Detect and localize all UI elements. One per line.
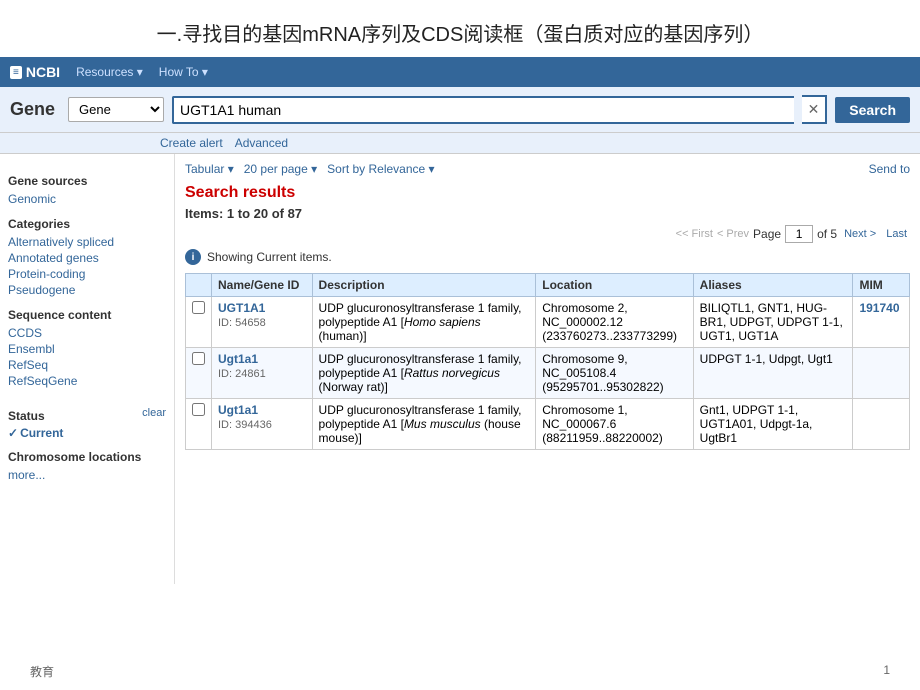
sidebar: Gene sources Genomic Categories Alternat… — [0, 154, 175, 584]
footer-left: 教育 — [30, 663, 54, 680]
gene-location: Chromosome 9, NC_005108.4 (95295701..953… — [536, 348, 693, 399]
create-alert-link[interactable]: Create alert — [160, 136, 223, 150]
sidebar-ensembl[interactable]: Ensembl — [8, 341, 166, 357]
species-name: Rattus norvegicus — [404, 366, 500, 380]
last-page-button[interactable]: Last — [883, 227, 910, 241]
page-footer: 教育 1 — [0, 663, 920, 680]
gene-mim — [853, 348, 910, 399]
row-checkbox[interactable] — [192, 352, 205, 365]
info-icon: i — [185, 249, 201, 265]
table-row: Ugt1a1 ID: 394436 UDP glucuronosyltransfer… — [186, 399, 910, 450]
search-links: Create alert Advanced — [0, 133, 920, 154]
species-name: Homo sapiens — [404, 315, 481, 329]
page-of-label: of 5 — [817, 227, 837, 241]
gene-aliases: BILIQTL1, GNT1, HUG-BR1, UDPGT, UDPGT 1-… — [693, 297, 853, 348]
sidebar-refseqgene[interactable]: RefSeqGene — [8, 373, 166, 389]
gene-description: UDP glucuronosyltransferase 1 family, po… — [312, 348, 536, 399]
gene-id: ID: 394436 — [218, 419, 272, 431]
sidebar-ccds[interactable]: CCDS — [8, 325, 166, 341]
current-label: Current — [20, 426, 63, 440]
status-clear-link[interactable]: clear — [142, 407, 166, 419]
col-aliases: Aliases — [693, 274, 853, 297]
gene-description: UDP glucuronosyltransferase 1 family, po… — [312, 399, 536, 450]
gene-name-link[interactable]: Ugt1a1 — [218, 352, 258, 366]
chr-locations-title: Chromosome locations — [8, 450, 166, 464]
howto-nav[interactable]: How To ▾ — [159, 65, 208, 79]
seq-content-title: Sequence content — [8, 308, 166, 322]
search-bar-area: Gene Gene PubMed Protein Nucleotide ✕ Se… — [0, 87, 920, 133]
sidebar-alt-spliced[interactable]: Alternatively spliced — [8, 234, 166, 250]
first-page-disabled: << First — [676, 228, 713, 240]
page-title: 一.寻找目的基因mRNA序列及CDS阅读框（蛋白质对应的基因序列） — [0, 0, 920, 57]
sidebar-genomic-link[interactable]: Genomic — [8, 191, 166, 207]
results-heading: Search results — [185, 184, 910, 202]
search-button[interactable]: Search — [835, 97, 910, 123]
checkmark-icon: ✓ — [8, 426, 18, 440]
next-page-button[interactable]: Next > — [841, 227, 879, 241]
send-to-button[interactable]: Send to — [869, 162, 910, 176]
gene-mim — [853, 399, 910, 450]
species-name: Mus musculus — [404, 417, 481, 431]
prev-page-disabled: < Prev — [717, 228, 749, 240]
ncbi-logo: ≡ NCBI — [10, 64, 60, 80]
db-label: Gene — [10, 99, 60, 120]
gene-name-link[interactable]: Ugt1a1 — [218, 403, 258, 417]
row-checkbox[interactable] — [192, 403, 205, 416]
gene-aliases: Gnt1, UDPGT 1-1, UGT1A01, Udpgt-1a, UgtB… — [693, 399, 853, 450]
col-name-geneid: Name/Gene ID — [212, 274, 313, 297]
page-number-input[interactable] — [785, 225, 813, 243]
gene-description: UDP glucuronosyltransferase 1 family, po… — [312, 297, 536, 348]
gene-id: ID: 54658 — [218, 317, 266, 329]
col-location: Location — [536, 274, 693, 297]
gene-sources-title: Gene sources — [8, 174, 166, 188]
resources-nav[interactable]: Resources ▾ — [76, 65, 143, 79]
categories-title: Categories — [8, 217, 166, 231]
gene-mim: 191740 — [853, 297, 910, 348]
gene-location: Chromosome 2, NC_000002.12 (233760273..2… — [536, 297, 693, 348]
results-count: Items: 1 to 20 of 87 — [185, 206, 910, 221]
status-title: Status — [8, 409, 45, 423]
page-label: Page — [753, 227, 781, 241]
sidebar-pseudogene[interactable]: Pseudogene — [8, 282, 166, 298]
toolbar-row: Tabular ▾ 20 per page ▾ Sort by Relevanc… — [185, 162, 910, 176]
current-notice-text: Showing Current items. — [207, 250, 332, 264]
ncbi-logo-text: NCBI — [26, 64, 60, 80]
per-page-button[interactable]: 20 per page ▾ — [244, 162, 317, 176]
col-description: Description — [312, 274, 536, 297]
sidebar-protein-coding[interactable]: Protein-coding — [8, 266, 166, 282]
sidebar-current[interactable]: ✓ Current — [8, 426, 166, 440]
gene-id: ID: 24861 — [218, 368, 266, 380]
gene-location: Chromosome 1, NC_000067.6 (88211959..882… — [536, 399, 693, 450]
sidebar-annotated-genes[interactable]: Annotated genes — [8, 250, 166, 266]
gene-name-link[interactable]: UGT1A1 — [218, 301, 265, 315]
ncbi-header: ≡ NCBI Resources ▾ How To ▾ — [0, 57, 920, 87]
sidebar-more-link[interactable]: more... — [8, 467, 166, 483]
col-mim: MIM — [853, 274, 910, 297]
gene-aliases: UDPGT 1-1, Udpgt, Ugt1 — [693, 348, 853, 399]
footer-right: 1 — [883, 663, 890, 680]
row-checkbox[interactable] — [192, 301, 205, 314]
col-checkbox — [186, 274, 212, 297]
mim-link[interactable]: 191740 — [859, 301, 899, 315]
sidebar-refseq[interactable]: RefSeq — [8, 357, 166, 373]
pagination-row: << First < Prev Page of 5 Next > Last — [185, 225, 910, 243]
advanced-search-link[interactable]: Advanced — [235, 136, 288, 150]
search-input[interactable] — [172, 96, 794, 124]
current-notice: i Showing Current items. — [185, 249, 910, 265]
tabular-button[interactable]: Tabular ▾ — [185, 162, 234, 176]
content-area: Tabular ▾ 20 per page ▾ Sort by Relevanc… — [175, 154, 920, 584]
toolbar-left: Tabular ▾ 20 per page ▾ Sort by Relevanc… — [185, 162, 435, 176]
results-table: Name/Gene ID Description Location Aliase… — [185, 273, 910, 450]
ncbi-logo-icon: ≡ — [10, 66, 22, 79]
status-row: Status clear — [8, 399, 166, 426]
table-row: Ugt1a1 ID: 24861 UDP glucuronosyltransfera… — [186, 348, 910, 399]
main-layout: Gene sources Genomic Categories Alternat… — [0, 154, 920, 584]
search-clear-button[interactable]: ✕ — [802, 95, 828, 124]
sort-button[interactable]: Sort by Relevance ▾ — [327, 162, 434, 176]
table-row: UGT1A1 ID: 54658 UDP glucuronosyltransfera… — [186, 297, 910, 348]
db-select[interactable]: Gene PubMed Protein Nucleotide — [68, 97, 164, 122]
